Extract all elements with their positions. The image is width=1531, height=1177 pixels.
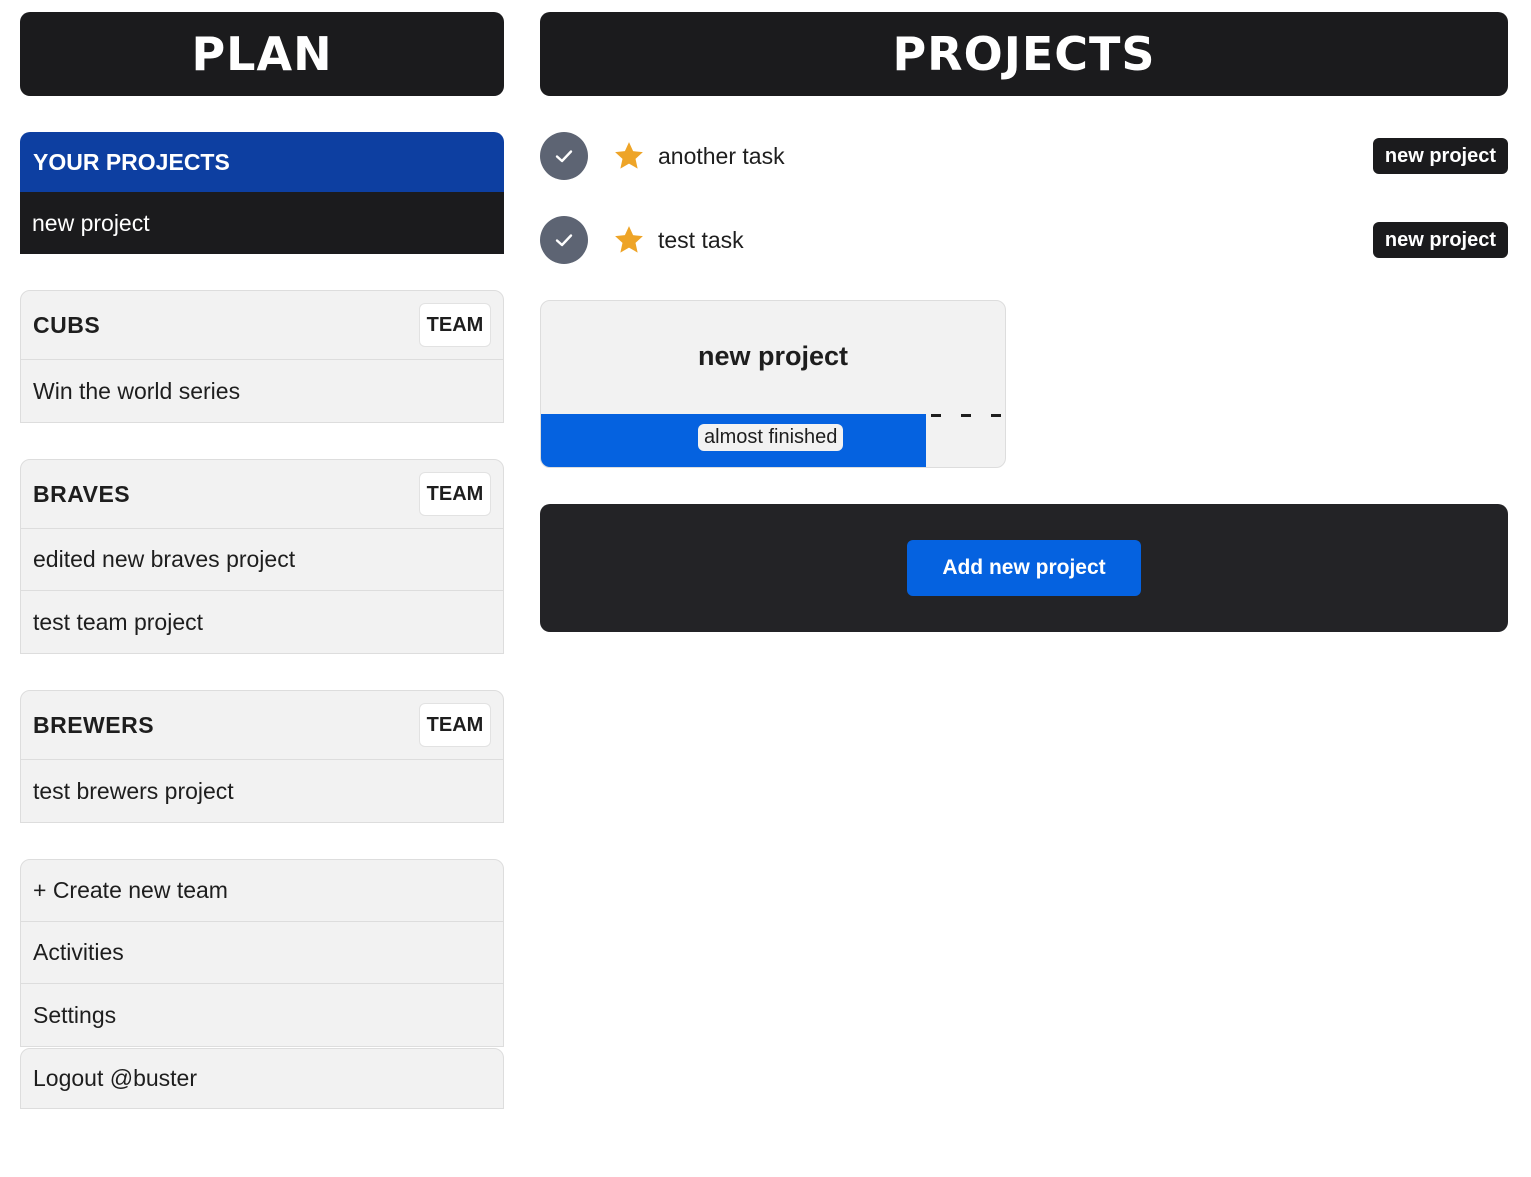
task-row: test task new project (540, 216, 1508, 264)
team-badge[interactable]: TEAM (419, 703, 491, 747)
team-header: CUBS TEAM (21, 291, 503, 360)
progress-status-label: almost finished (698, 424, 844, 451)
task-row: another task new project (540, 132, 1508, 180)
star-icon[interactable] (612, 223, 646, 257)
progress-bar: almost finished (541, 414, 1005, 467)
team-badge[interactable]: TEAM (419, 303, 491, 347)
team-project-item[interactable]: Win the world series (21, 360, 503, 422)
settings-link[interactable]: Settings (21, 984, 503, 1046)
team-header: BREWERS TEAM (21, 691, 503, 760)
team-panel-brewers: BREWERS TEAM test brewers project (20, 690, 504, 823)
task-project-tag[interactable]: new project (1372, 138, 1508, 174)
page-title: PROJECTS (540, 12, 1508, 96)
task-title[interactable]: test task (658, 227, 744, 254)
team-name[interactable]: BREWERS (33, 712, 154, 739)
team-project-item[interactable]: test team project (21, 591, 503, 653)
your-projects-panel: YOUR PROJECTS new project (20, 132, 504, 254)
project-card-title: new project (697, 341, 849, 371)
task-title[interactable]: another task (658, 143, 785, 170)
team-badge[interactable]: TEAM (419, 472, 491, 516)
create-team-button[interactable]: + Create new team (21, 860, 503, 922)
sidebar-title: PLAN (20, 12, 504, 96)
team-project-item[interactable]: test brewers project (21, 760, 503, 822)
task-project-tag[interactable]: new project (1372, 222, 1508, 258)
your-project-item[interactable]: new project (20, 192, 504, 254)
progress-dashes (931, 414, 1005, 418)
sidebar: PLAN YOUR PROJECTS new project CUBS TEAM… (20, 12, 504, 1109)
your-projects-heading: YOUR PROJECTS (20, 132, 504, 192)
team-header: BRAVES TEAM (21, 460, 503, 529)
sidebar-menu: + Create new team Activities Settings (20, 859, 504, 1047)
team-panel-cubs: CUBS TEAM Win the world series (20, 290, 504, 423)
team-name[interactable]: BRAVES (33, 481, 130, 508)
team-project-item[interactable]: edited new braves project (21, 529, 503, 591)
project-card[interactable]: new project almost finished (540, 300, 1006, 468)
add-project-panel: Add new project (540, 504, 1508, 632)
activities-link[interactable]: Activities (21, 922, 503, 984)
add-project-button[interactable]: Add new project (907, 540, 1141, 596)
team-name[interactable]: CUBS (33, 312, 100, 339)
checkmark-icon[interactable] (540, 216, 588, 264)
task-list: another task new project test task new p… (540, 132, 1508, 264)
checkmark-icon[interactable] (540, 132, 588, 180)
main-content: PROJECTS another task new project test t… (540, 12, 1508, 632)
star-icon[interactable] (612, 139, 646, 173)
team-panel-braves: BRAVES TEAM edited new braves project te… (20, 459, 504, 654)
logout-button[interactable]: Logout @buster (20, 1048, 504, 1109)
